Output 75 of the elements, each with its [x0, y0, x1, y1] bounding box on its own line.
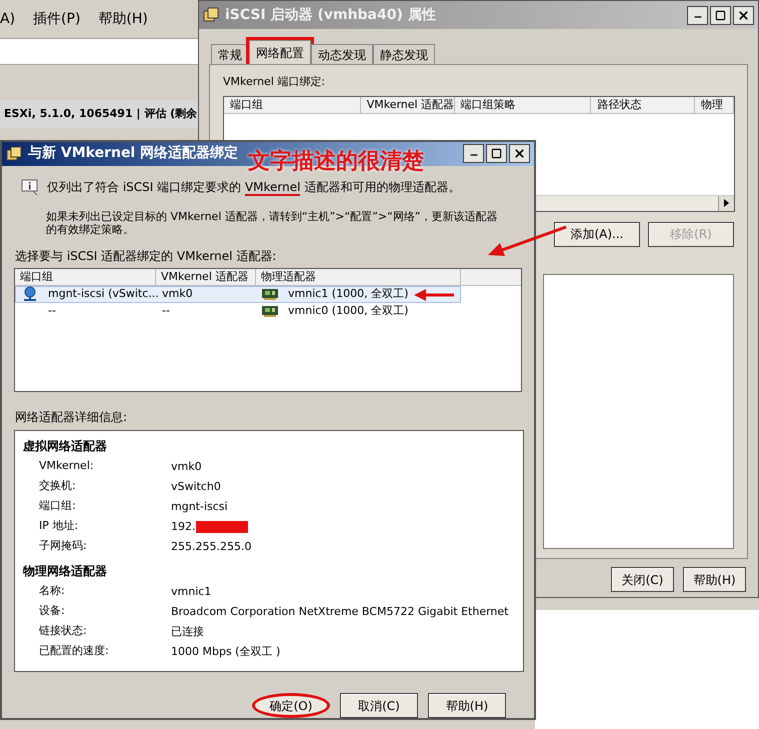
maximize-button[interactable] [486, 144, 507, 164]
field-label: 交换机: [38, 478, 77, 494]
close-icon [513, 147, 526, 160]
field-value: 已连接 [171, 626, 204, 638]
field-value: vSwitch0 [171, 480, 221, 493]
section-heading: 虚拟网络适配器 [22, 438, 108, 455]
column-header[interactable]: 端口组策略 [454, 96, 592, 112]
table-cell-text: -- [48, 303, 56, 320]
details-label: 网络适配器详细信息: [14, 408, 128, 426]
maximize-icon [715, 10, 726, 20]
column-header[interactable]: VMkernel 适配器 [156, 268, 256, 285]
app-icon [203, 7, 219, 23]
minimize-button[interactable] [463, 144, 484, 164]
network-icon [22, 286, 38, 302]
dialog-button[interactable]: 取消(C) [340, 693, 418, 718]
field-value: Broadcom Corporation NetXtreme BCM5722 Gigabit Ethernet [171, 606, 508, 618]
info-icon [21, 178, 39, 195]
menu-item[interactable]: 帮助(H) [98, 8, 148, 30]
field-value: vmnic1 [171, 586, 212, 598]
field-label: 链接状态: [38, 623, 88, 640]
adapter-row[interactable]: -- -- vmnic0 (1000, 全双工) [15, 302, 461, 320]
select-label: 选择要与 iSCSI 适配器绑定的 VMkernel 适配器: [14, 248, 278, 265]
field-value: 192. [171, 520, 248, 533]
annotation-arrow [414, 288, 454, 301]
table-action-button[interactable]: 添加(A)... [554, 222, 640, 246]
field-label: 子网掩码: [38, 538, 88, 554]
tab[interactable]: 静态发现 [373, 44, 435, 64]
tab[interactable]: 网络配置 [249, 40, 311, 64]
binding-label: VMkernel 端口绑定: [223, 74, 326, 90]
column-header[interactable]: 物理适配器 [256, 268, 461, 285]
menu-item[interactable]: A) [0, 8, 16, 30]
footer-button[interactable]: 关闭(C) [611, 567, 674, 592]
field-value: 255.255.255.0 [171, 540, 252, 553]
table-cell-text: -- [161, 303, 171, 320]
tab[interactable]: 动态发现 [311, 44, 373, 64]
field-label: 名称: [38, 583, 66, 600]
field-label: VMkernel: [38, 458, 95, 474]
minimize-button[interactable] [687, 6, 708, 24]
window-title: 与新 VMkernel 网络适配器绑定 [28, 144, 238, 164]
column-header[interactable]: 物理 [694, 96, 734, 112]
footer-button[interactable]: 帮助(H) [683, 567, 746, 592]
table-cell-text: vmk0 [161, 286, 194, 302]
info-text: 仅列出了符合 iSCSI 端口绑定要求的 VMkernel 适配器和可用的物理适配器。 [47, 178, 460, 196]
hint-text: 如果未列出已设定目标的 VMkernel 适配器，请转到“主机”>“配置”>“网络”，更新该适配器的有效绑定策略。 [45, 210, 499, 236]
field-value: mgnt-iscsi [171, 500, 228, 513]
field-label: 端口组: [38, 498, 77, 514]
section-heading: 物理网络适配器 [22, 562, 108, 580]
field-label: 已配置的速度: [38, 643, 110, 660]
table-cell-text: vmnic1 (1000, 全双工) [288, 286, 408, 302]
app-icon [6, 146, 22, 162]
column-header[interactable]: 路径状态 [591, 96, 695, 112]
network-card-icon [262, 288, 278, 300]
column-header[interactable]: 端口组 [15, 268, 156, 285]
table-cell-text: mgnt-iscsi (vSwitc... [48, 286, 159, 302]
close-button[interactable] [509, 144, 530, 164]
maximize-icon [491, 148, 502, 160]
column-header[interactable]: VMkernel 适配器 [360, 96, 455, 112]
field-label: 设备: [38, 603, 66, 620]
window-title: iSCSI 启动器 (vmhba40) 属性 [225, 6, 436, 24]
field-value: vmk0 [171, 460, 202, 473]
column-header[interactable]: 端口组 [224, 96, 361, 112]
dialog-button[interactable]: 确定(O) [252, 693, 330, 718]
maximize-button[interactable] [710, 6, 731, 24]
dialog-button[interactable]: 帮助(H) [428, 693, 506, 718]
close-icon [737, 8, 750, 22]
tab[interactable]: 常规 [211, 44, 249, 64]
menu-item[interactable]: 插件(P) [33, 8, 80, 30]
close-button[interactable] [733, 6, 754, 24]
field-value: 1000 Mbps (全双工 ) [171, 646, 280, 658]
scroll-right-icon [724, 199, 729, 207]
network-card-icon [262, 305, 278, 318]
field-label: IP 地址: [38, 518, 80, 534]
adapter-row[interactable]: mgnt-iscsi (vSwitc... vmk0 vmnic1 (1000, 全双工) [15, 286, 461, 303]
host-banner: ESXi, 5.1.0, 1065491 | 评估 (剩余 [0, 100, 198, 128]
table-cell-text: vmnic0 (1000, 全双工) [288, 303, 408, 320]
